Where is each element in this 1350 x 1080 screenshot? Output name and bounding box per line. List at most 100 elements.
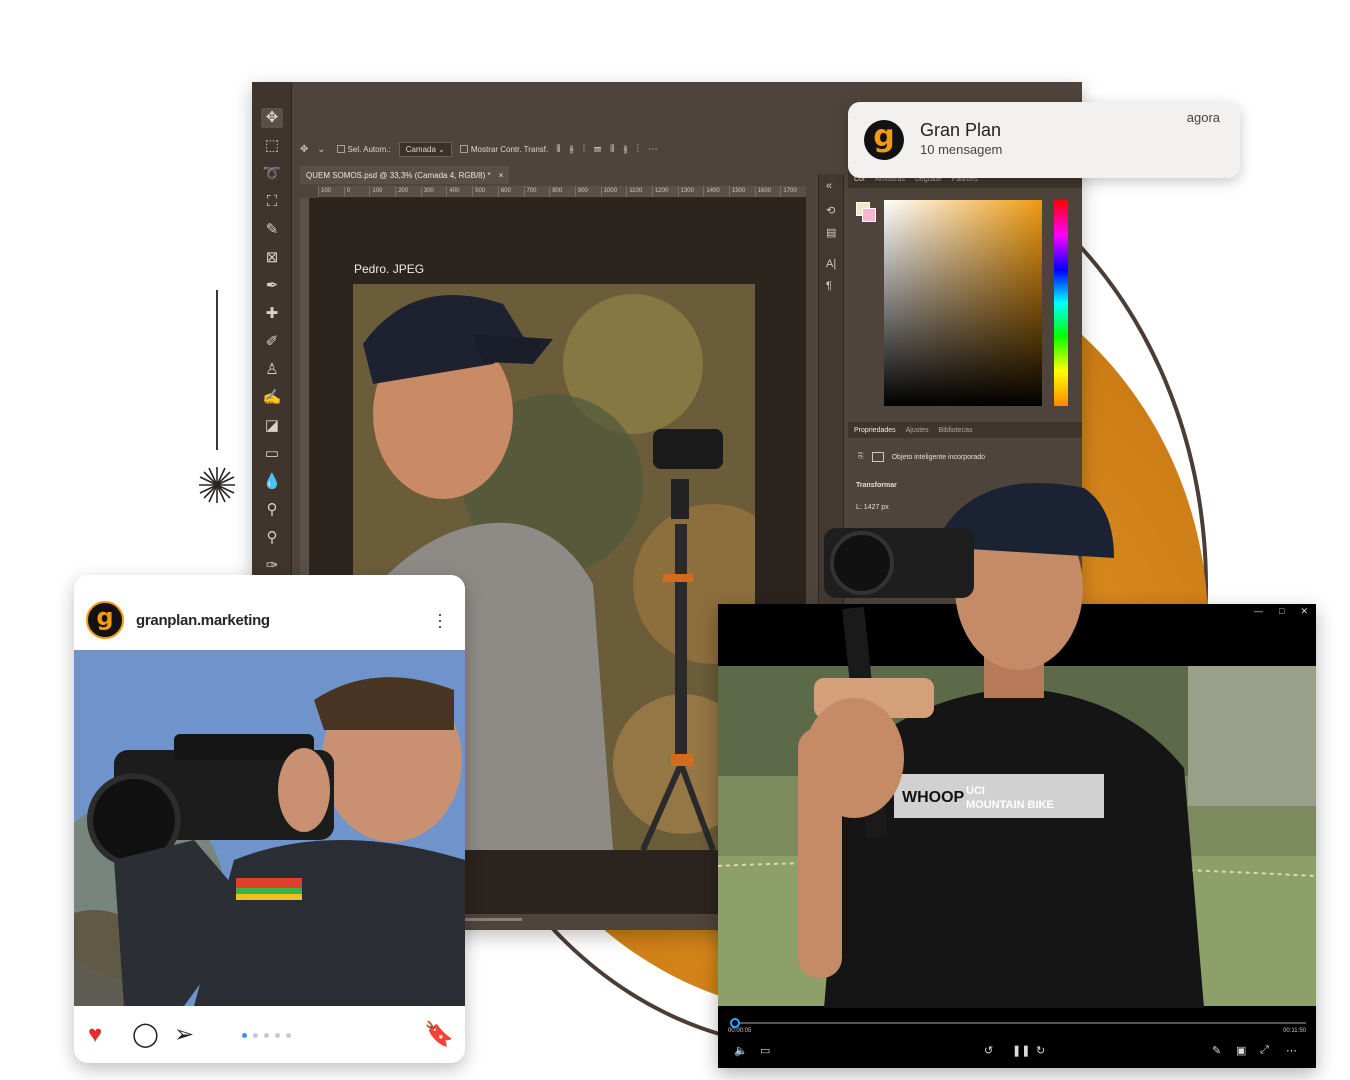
smart-object-row: ⎘ Objeto inteligente incorporado: [858, 452, 985, 462]
ruler-tick: 800: [549, 186, 575, 197]
rewind-10-icon[interactable]: ↺: [984, 1044, 993, 1057]
more-options-icon[interactable]: · · ·: [433, 605, 447, 635]
ruler-tick: 1600: [754, 186, 781, 197]
notification-message: 10 mensagem: [920, 142, 1003, 157]
collapse-panel-icon[interactable]: «: [826, 180, 832, 192]
ruler-tick: 1000: [600, 186, 627, 197]
ruler-tick: 400: [446, 186, 472, 197]
eraser-tool-icon[interactable]: ◪: [261, 416, 283, 436]
ruler-tick: 1700: [780, 186, 806, 197]
background-swatch[interactable]: [862, 208, 876, 222]
ruler-tick: 200: [395, 186, 421, 197]
more-options-icon[interactable]: ⋯: [1286, 1044, 1297, 1057]
gradient-tool-icon[interactable]: ▭: [261, 444, 283, 464]
show-transform-checkbox[interactable]: Mostrar Contr. Transf.: [459, 144, 549, 154]
stamp-tool-icon[interactable]: ♙: [261, 360, 283, 380]
carousel-dot: [286, 1033, 291, 1038]
avatar[interactable]: g: [86, 601, 124, 639]
starburst-icon: [199, 467, 235, 503]
save-bookmark-icon[interactable]: 🔖: [424, 1021, 454, 1049]
zoom-tool-icon[interactable]: ⚲: [261, 528, 283, 548]
close-tab-icon[interactable]: ×: [499, 171, 504, 180]
frame-tool-icon[interactable]: ⊠: [261, 248, 283, 268]
smart-object-label: Objeto inteligente incorporado: [891, 453, 986, 461]
like-heart-icon[interactable]: ♥: [88, 1021, 102, 1049]
share-icon[interactable]: ➢: [174, 1021, 194, 1049]
ruler-tick: 0: [343, 186, 370, 197]
property-tab-bibliotecas[interactable]: Bibliotecas: [939, 427, 973, 434]
pen-tool-icon[interactable]: ✑: [261, 556, 283, 576]
move-options-icon[interactable]: ✥ ⌄: [300, 144, 329, 155]
seek-bar[interactable]: [732, 1022, 1306, 1024]
layer-label: Pedro. JPEG: [354, 262, 425, 276]
layer-select-value: Camada: [405, 144, 436, 154]
carousel-dot: [242, 1033, 247, 1038]
paragraph-icon[interactable]: ¶: [826, 280, 832, 292]
smart-object-thumb: [871, 452, 884, 462]
ruler-tick: 900: [574, 186, 601, 197]
object-select-tool-icon[interactable]: ⛶: [261, 192, 283, 212]
history-brush-tool-icon[interactable]: ✍: [261, 388, 283, 408]
ruler-tick: 300: [420, 186, 447, 197]
hue-slider[interactable]: [1054, 200, 1068, 406]
ruler-tick: 1500: [729, 186, 755, 197]
seek-knob[interactable]: [730, 1018, 740, 1028]
subtitles-icon[interactable]: ▭: [760, 1044, 770, 1057]
color-picker-field[interactable]: [884, 200, 1042, 406]
comments-icon[interactable]: ▤: [826, 226, 836, 239]
minimize-icon[interactable]: —: [1254, 606, 1263, 617]
ruler-tick: 1100: [626, 186, 652, 197]
property-tab-ajustes[interactable]: Ajustes: [906, 427, 929, 434]
dodge-tool-icon[interactable]: ⚲: [261, 500, 283, 520]
document-tab[interactable]: QUEM SOMOS.psd @ 33,3% (Camada 4, RGB/8)…: [300, 166, 510, 184]
marquee-tool-icon[interactable]: ⬚: [261, 136, 283, 156]
comment-icon[interactable]: ◯: [132, 1021, 159, 1049]
fullscreen-icon[interactable]: ⤢: [1260, 1044, 1269, 1057]
post-actions: ♥ ◯ ➢ 🔖: [74, 1015, 465, 1055]
ruler-tick: 100: [318, 186, 344, 197]
username[interactable]: granplan.marketing: [136, 612, 270, 629]
document-tab-title: QUEM SOMOS.psd @ 33,3% (Camada 4, RGB/8)…: [306, 170, 491, 180]
collage-stage: ✥ ⬚ ➰ ⛶ ✎ ⊠ ✒ ✚ ✐ ♙ ✍ ◪ ▭ 💧 ⚲ ⚲ ✑ ✥ ⌄ Se…: [0, 0, 1350, 1080]
notification-title: Gran Plan: [920, 120, 1002, 140]
auto-select-checkbox[interactable]: Sel. Autom.:: [336, 144, 391, 154]
carousel-dot: [264, 1033, 269, 1038]
svg-text:MOUNTAIN BIKE: MOUNTAIN BIKE: [966, 799, 1054, 811]
carousel-indicator: [242, 1033, 291, 1038]
pause-icon[interactable]: ❚❚: [1012, 1044, 1030, 1057]
eyedropper-tool-icon[interactable]: ✒: [261, 276, 283, 296]
current-time: 00:00:05: [728, 1028, 752, 1034]
blur-tool-icon[interactable]: 💧: [261, 472, 283, 492]
miniplayer-icon[interactable]: ▣: [1236, 1044, 1246, 1057]
auto-select-label: Sel. Autom.:: [347, 144, 391, 154]
properties-panel-tabs: Propriedades Ajustes Bibliotecas: [848, 422, 1082, 438]
notification-time: agora: [1186, 110, 1220, 125]
crop-tool-icon[interactable]: ✎: [261, 220, 283, 240]
window-controls: — □ ✕: [1254, 606, 1308, 617]
align-icons[interactable]: ⫴ ⫵ ⫶ ☰ ⫴ ⫵ ⫶ ⋯: [556, 144, 661, 155]
edit-icon[interactable]: ✎: [1212, 1044, 1221, 1057]
healing-tool-icon[interactable]: ✚: [261, 304, 283, 324]
notification-card[interactable]: g Gran Plan 10 mensagem agora: [848, 102, 1240, 178]
close-window-icon[interactable]: ✕: [1300, 606, 1308, 617]
move-tool-icon[interactable]: ✥: [261, 108, 283, 128]
history-icon[interactable]: ⟲: [826, 204, 835, 217]
duration: 00:11:50: [1283, 1028, 1306, 1034]
ruler-tick: 1300: [677, 186, 704, 197]
ruler-tick: 600: [497, 186, 524, 197]
show-transform-label: Mostrar Contr. Transf.: [470, 144, 549, 154]
volume-icon[interactable]: 🔈: [734, 1044, 748, 1057]
lasso-tool-icon[interactable]: ➰: [261, 164, 283, 184]
property-tab-propriedades[interactable]: Propriedades: [854, 427, 896, 434]
post-photo[interactable]: [74, 650, 465, 1006]
ruler-tick: 500: [472, 186, 498, 197]
granplan-logo-icon: g: [864, 120, 904, 160]
horizontal-ruler: 100 0 100 200 300 400 500 600 700 800 900 1000 1100 1…: [318, 186, 806, 198]
forward-30-icon[interactable]: ↻: [1036, 1044, 1045, 1057]
brush-tool-icon[interactable]: ✐: [261, 332, 283, 352]
canvas-scrollbar[interactable]: [462, 918, 522, 921]
maximize-icon[interactable]: □: [1279, 606, 1284, 617]
character-icon[interactable]: A|: [826, 258, 836, 270]
layer-select-dropdown[interactable]: Camada ⌄: [398, 141, 452, 157]
ruler-tick: 100: [369, 186, 395, 197]
